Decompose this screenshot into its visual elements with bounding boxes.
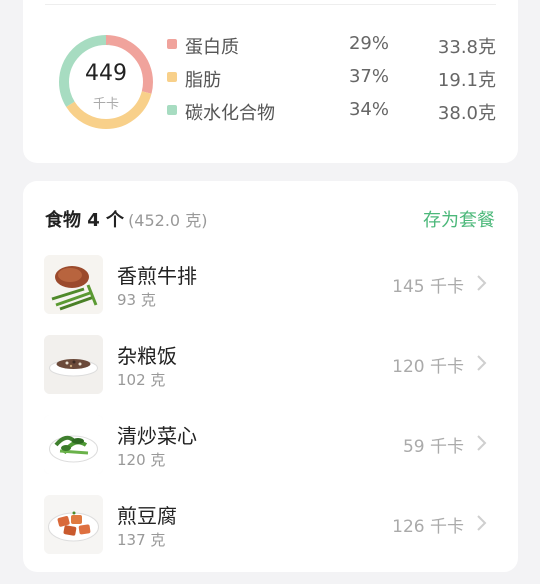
food-weight: 93 克 — [117, 291, 156, 309]
macro-row-fat: 脂肪 37% 19.1克 — [166, 65, 496, 91]
foods-total-weight: (452.0 克) — [128, 211, 208, 230]
save-as-combo-button[interactable]: 存为套餐 — [423, 206, 495, 232]
food-item[interactable]: 杂粮饭 102 克 120 千卡 — [23, 335, 518, 395]
total-kcal-value: 449 — [85, 61, 127, 86]
food-item[interactable]: 香煎牛排 93 克 145 千卡 — [23, 255, 518, 315]
rice-icon — [44, 335, 103, 394]
food-name: 香煎牛排 — [117, 264, 197, 288]
food-item[interactable]: 清炒菜心 120 克 59 千卡 — [23, 415, 518, 475]
macro-grams: 19.1克 — [437, 70, 496, 91]
food-weight: 120 克 — [117, 451, 166, 469]
macro-row-protein: 蛋白质 29% 33.8克 — [166, 32, 496, 58]
macro-grams: 33.8克 — [437, 37, 496, 58]
macro-name: 蛋白质 — [185, 37, 239, 58]
food-kcal: 59 千卡 — [402, 437, 464, 457]
macro-percent: 29% — [348, 33, 389, 54]
macro-name: 脂肪 — [185, 70, 221, 91]
greens-icon — [44, 415, 103, 474]
carbs-legend-dot — [167, 105, 177, 115]
nutrition-summary-card: 449 千卡 蛋白质 29% 33.8克 脂肪 37% 19.1克 碳水化合物 … — [23, 0, 518, 163]
protein-legend-dot — [167, 39, 177, 49]
steak-icon — [44, 255, 103, 314]
food-item[interactable]: 煎豆腐 137 克 126 千卡 — [23, 495, 518, 555]
macro-percent: 34% — [348, 99, 389, 120]
food-weight: 137 克 — [117, 531, 166, 549]
food-name: 杂粮饭 — [117, 344, 177, 368]
food-name: 清炒菜心 — [117, 424, 197, 448]
chevron-right-icon — [477, 515, 487, 531]
divider — [45, 4, 496, 5]
macro-grams: 38.0克 — [437, 103, 496, 124]
food-kcal: 145 千卡 — [392, 277, 464, 297]
donut-center: 449 千卡 — [56, 32, 156, 132]
total-kcal-unit: 千卡 — [92, 97, 119, 112]
chevron-right-icon — [477, 355, 487, 371]
food-kcal: 120 千卡 — [392, 357, 464, 377]
foods-card: 食物 4 个 (452.0 克) 存为套餐 香煎牛排 93 克 145 千卡 杂… — [23, 181, 518, 572]
chevron-right-icon — [477, 275, 487, 291]
food-weight: 102 克 — [117, 371, 166, 389]
foods-count-title: 食物 4 个 — [45, 210, 125, 231]
food-kcal: 126 千卡 — [392, 517, 464, 537]
food-name: 煎豆腐 — [117, 504, 177, 528]
macro-percent: 37% — [348, 66, 389, 87]
fat-legend-dot — [167, 72, 177, 82]
macro-name: 碳水化合物 — [185, 103, 275, 124]
tofu-icon — [44, 495, 103, 554]
chevron-right-icon — [477, 435, 487, 451]
foods-header: 食物 4 个 (452.0 克) — [45, 206, 207, 232]
macro-row-carbs: 碳水化合物 34% 38.0克 — [166, 98, 496, 124]
